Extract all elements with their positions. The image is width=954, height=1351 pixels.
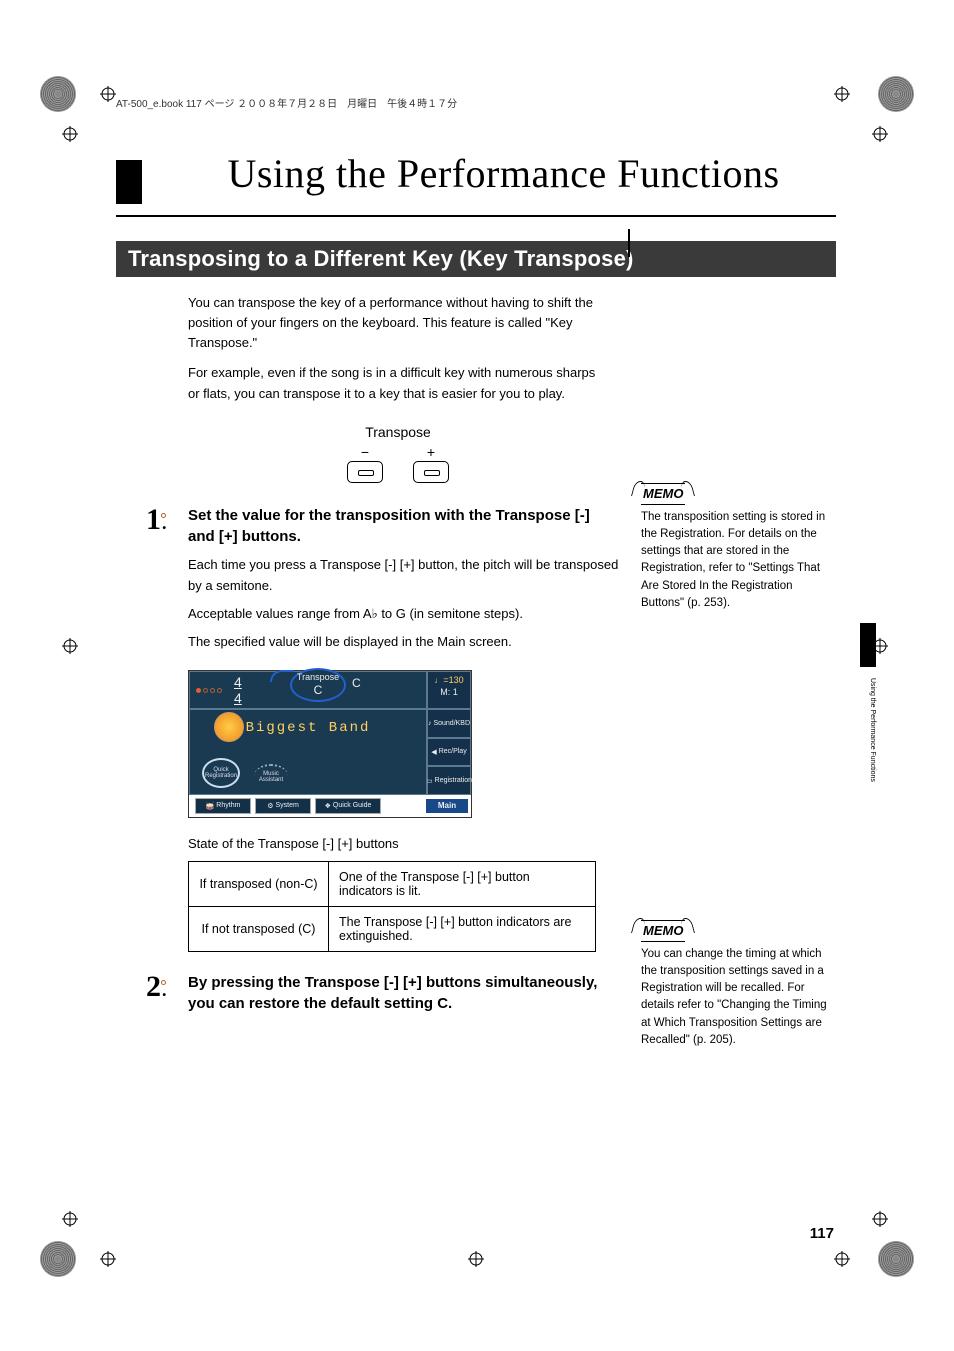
folder-icon: ▭ [426, 777, 433, 785]
tempo-readout: ♩=130 M: 1 [427, 671, 471, 709]
registration-disc [40, 76, 76, 112]
step-heading: Set the value for the transposition with… [188, 505, 620, 547]
thumb-index-tab [860, 623, 876, 667]
table-cell: One of the Transpose [-] [+] button indi… [329, 861, 596, 906]
screen-tab-rec: ◀Rec/Play [427, 738, 471, 767]
thumb-index-label: Using the Performance Functions [860, 678, 876, 782]
chapter-title: Using the Performance Functions [131, 150, 876, 197]
running-header: AT-500_e.book 117 ページ ２００８年７月２８日 月曜日 午後４… [116, 95, 876, 110]
main-screen-figure: 44 Transpose C C ♩=130 M: 1 Biggest Band… [188, 670, 472, 818]
table-caption: State of the Transpose [-] [+] buttons [188, 836, 876, 851]
table-row: If not transposed (C) The Transpose [-] … [189, 906, 596, 951]
screen-softkey-rhythm: 🥁Rhythm [195, 798, 251, 814]
step-number: 1. [140, 505, 168, 660]
book-icon: ❖ [325, 802, 331, 810]
divider [116, 215, 836, 217]
table-cell: The Transpose [-] [+] button indicators … [329, 906, 596, 951]
minus-sign: − [345, 445, 385, 459]
transpose-plus-button [413, 461, 449, 483]
table-cell: If transposed (non-C) [189, 861, 329, 906]
intro-paragraph: For example, even if the song is in a di… [188, 363, 608, 403]
rec-icon: ◀ [431, 748, 436, 756]
intro-paragraph: You can transpose the key of a performan… [188, 293, 608, 353]
time-signature: 44 [234, 674, 242, 706]
memo-sidebar: MEMO The transposition setting is stored… [641, 483, 831, 612]
memo-text: You can change the timing at which the t… [641, 946, 831, 1050]
transpose-callout: Transpose C [290, 668, 346, 702]
step-paragraph: The specified value will be displayed in… [188, 632, 620, 652]
screen-tab-sound: ♪Sound/KBD [427, 709, 471, 738]
section-heading: Transposing to a Different Key (Key Tran… [116, 241, 836, 277]
music-assistant-icon: MusicAssistant [254, 764, 288, 788]
step-number: 2. [140, 972, 168, 1022]
transpose-minus-button [347, 461, 383, 483]
chapter-tab-icon [116, 160, 142, 204]
step-paragraph: Acceptable values range from A♭ to G (in… [188, 604, 620, 624]
style-category-icon [214, 712, 244, 742]
table-row: If transposed (non-C) One of the Transpo… [189, 861, 596, 906]
memo-label-icon: MEMO [641, 920, 685, 942]
quick-registration-icon: QuickRegistration [202, 758, 240, 788]
registration-disc [878, 1241, 914, 1277]
wrench-icon: ⚙ [267, 802, 273, 810]
memo-sidebar: MEMO You can change the timing at which … [641, 920, 831, 1049]
screen-softkey-system: ⚙System [255, 798, 311, 814]
beat-dots-icon [196, 685, 224, 695]
key-label: C [352, 676, 361, 690]
page-number: 117 [810, 1225, 834, 1242]
note-icon: ♪ [428, 720, 432, 727]
memo-text: The transposition setting is stored in t… [641, 509, 831, 613]
table-cell: If not transposed (C) [189, 906, 329, 951]
divider-vertical [628, 229, 630, 257]
registration-disc [878, 76, 914, 112]
plus-sign: + [411, 445, 451, 459]
memo-label-icon: MEMO [641, 483, 685, 505]
step-heading: By pressing the Transpose [-] [+] button… [188, 972, 620, 1014]
transpose-figure-label: Transpose [333, 422, 463, 444]
screen-softkey-main: Main [425, 798, 469, 814]
section-heading-text: Transposing to a Different Key (Key Tran… [128, 246, 634, 272]
screen-tab-registration: ▭Registration [427, 766, 471, 795]
step-paragraph: Each time you press a Transpose [-] [+] … [188, 555, 620, 595]
transpose-state-table: If transposed (non-C) One of the Transpo… [188, 861, 596, 952]
registration-disc [40, 1241, 76, 1277]
transpose-buttons-figure: Transpose − + [333, 422, 463, 484]
drum-icon: 🥁 [206, 802, 215, 810]
screen-softkey-quickguide: ❖Quick Guide [315, 798, 381, 814]
